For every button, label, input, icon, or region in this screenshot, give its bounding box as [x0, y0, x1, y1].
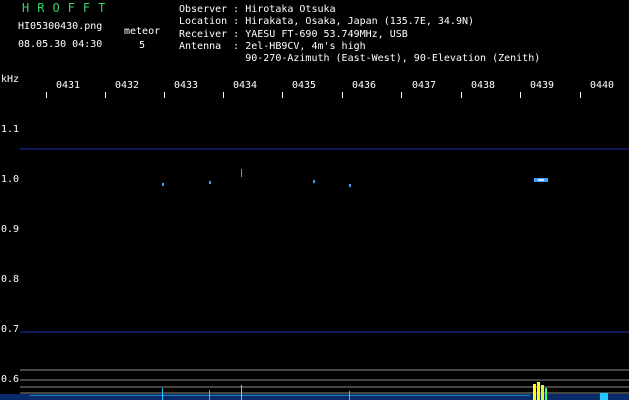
noise-floor-trace — [30, 395, 530, 396]
noise-spike — [600, 393, 608, 400]
meteor-power-burst — [537, 382, 540, 400]
meteor-echo — [209, 181, 211, 184]
meteor-echo — [162, 183, 164, 186]
meteor-echo — [349, 184, 351, 187]
noise-spike — [209, 390, 210, 400]
spectrogram-plot — [0, 148, 629, 400]
meteor-power-burst — [545, 388, 547, 400]
noise-spike — [349, 391, 350, 400]
meteor-echo — [313, 180, 315, 183]
meteor-echo — [241, 169, 242, 177]
meteor-echo-core — [538, 179, 544, 181]
noise-spike — [241, 385, 242, 400]
meteor-power-burst — [533, 384, 536, 400]
noise-spike — [162, 388, 163, 400]
meteor-power-burst — [541, 385, 544, 400]
hrofft-spectrogram-window: HROFFT HI05300430.png 08.05.30 04:30 met… — [0, 0, 629, 400]
